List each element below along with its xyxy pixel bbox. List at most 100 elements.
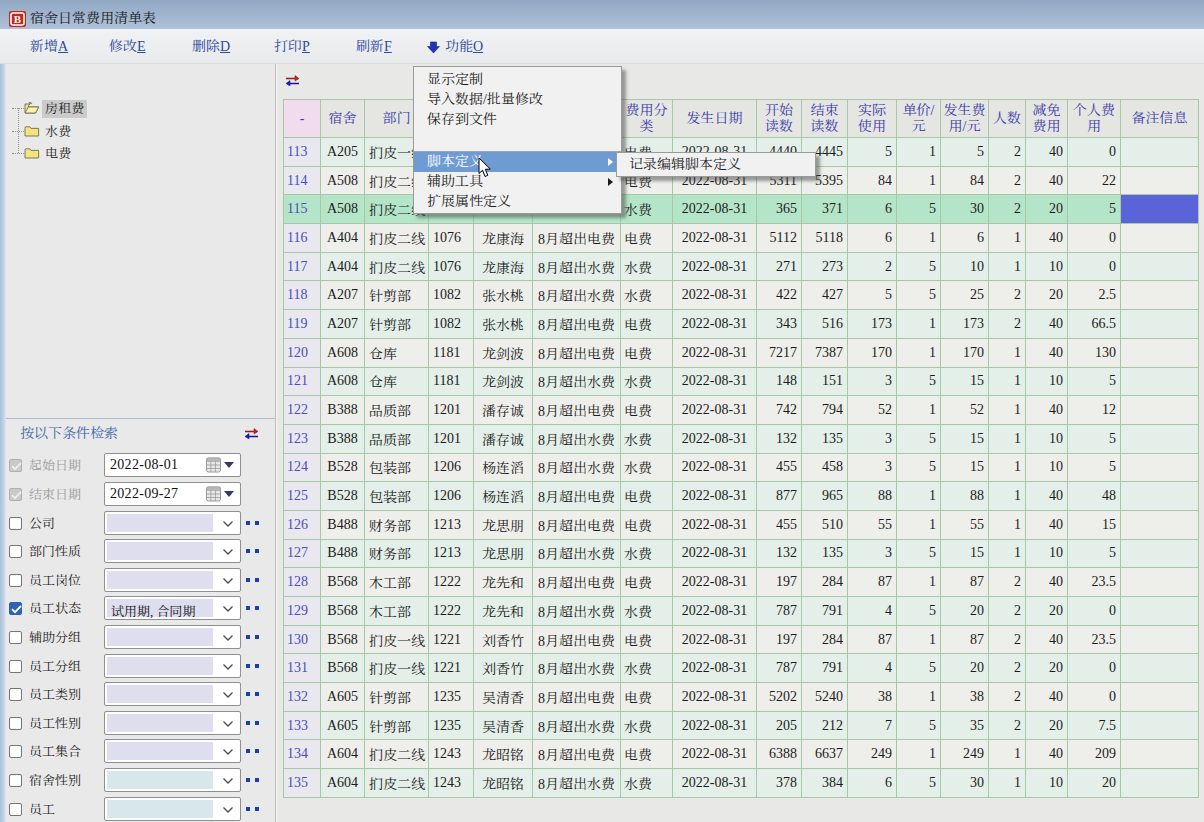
cell[interactable]: 2 [989,281,1026,310]
combo-select-员工类别[interactable] [104,682,241,706]
checkbox-员工集合[interactable] [9,745,22,758]
checkbox-公司[interactable] [9,517,22,530]
filter-swap-icon[interactable] [245,428,258,439]
menu-item-显示定制[interactable]: 显示定制 [414,70,621,90]
cell[interactable]: 1 [897,568,941,597]
cell[interactable]: 2 [989,167,1026,196]
combo-select-部门性质[interactable] [104,539,241,563]
cell[interactable]: 48 [1068,482,1121,511]
cell[interactable]: 1221 [429,654,474,683]
table-row-128[interactable]: 128B568木工部1222龙先和8月超出电费电费2022-08-3119728… [284,568,1199,597]
cell[interactable]: 130 [284,626,321,655]
column-header-16[interactable]: 备注信息 [1121,100,1199,138]
cell[interactable]: 116 [284,224,321,253]
cell[interactable]: 427 [802,281,848,310]
cell[interactable]: 5 [848,281,897,310]
cell[interactable] [1121,769,1199,798]
more-options-button[interactable] [246,749,262,754]
table-row-119[interactable]: 119A207针剪部1082张水桃8月超出电费电费2022-08-3134351… [284,310,1199,339]
more-options-button[interactable] [246,521,262,526]
cell[interactable]: 212 [802,712,848,741]
cell[interactable]: 2022-08-31 [673,195,757,224]
cell[interactable]: 刘香竹 [474,626,533,655]
chevron-down-icon[interactable] [223,778,233,784]
cell[interactable]: 1181 [429,339,474,368]
cell[interactable]: 1201 [429,425,474,454]
cell[interactable]: 249 [848,740,897,769]
cell[interactable]: 2022-08-31 [673,281,757,310]
cell[interactable]: 2 [989,597,1026,626]
cell[interactable]: 5 [1068,425,1121,454]
cell[interactable]: 2022-08-31 [673,368,757,397]
cell[interactable]: 4 [848,597,897,626]
more-options-button[interactable] [246,635,262,640]
more-options-button[interactable] [246,721,262,726]
cell[interactable]: 2022-08-31 [673,425,757,454]
chevron-down-icon[interactable] [223,549,233,555]
cell[interactable] [1121,540,1199,569]
cell[interactable]: 5 [1068,195,1121,224]
cell[interactable]: 7387 [802,339,848,368]
chevron-down-icon[interactable] [223,664,233,670]
cell[interactable]: 15 [941,454,989,483]
cell[interactable]: 1243 [429,740,474,769]
table-row-123[interactable]: 123B388品质部1201潘存诚8月超出水费水费2022-08-3113213… [284,425,1199,454]
cell[interactable]: 132 [757,425,802,454]
date-input-起始日期[interactable]: 2022-08-01 [104,453,241,477]
cell[interactable]: 121 [284,368,321,397]
cell[interactable]: 40 [1026,396,1068,425]
cell[interactable]: 170 [941,339,989,368]
cell[interactable]: 仓库 [365,339,429,368]
cell[interactable]: 2 [989,310,1026,339]
cell[interactable]: 水费 [621,253,673,282]
cell[interactable]: 1 [897,511,941,540]
cell[interactable]: 8月超出水费 [533,281,621,310]
cell[interactable]: 197 [757,626,802,655]
cell[interactable]: A605 [321,712,365,741]
cell[interactable]: 791 [802,597,848,626]
combo-select-宿舍性别[interactable] [104,768,241,792]
cell[interactable]: 132 [757,540,802,569]
menu-item-扩展属性定义[interactable]: 扩展属性定义 [414,192,621,212]
cell[interactable]: 52 [848,396,897,425]
cell[interactable]: 杨连滔 [474,454,533,483]
cell[interactable]: 23.5 [1068,568,1121,597]
cell[interactable]: 2022-08-31 [673,482,757,511]
cell[interactable]: 794 [802,396,848,425]
cell[interactable]: 潘存诚 [474,425,533,454]
table-row-135[interactable]: 135A604扪皮二线1243龙昭铭8月超出水费水费2022-08-313783… [284,769,1199,798]
cell[interactable]: 针剪部 [365,310,429,339]
cell[interactable]: 1181 [429,368,474,397]
cell[interactable]: B568 [321,597,365,626]
cell[interactable] [1121,396,1199,425]
cell[interactable]: 吴清香 [474,683,533,712]
cell[interactable]: 371 [802,195,848,224]
cell[interactable]: 电费 [621,511,673,540]
cell[interactable] [1121,454,1199,483]
cell[interactable]: 40 [1026,511,1068,540]
cell[interactable]: 135 [802,540,848,569]
cell[interactable]: 4 [848,654,897,683]
table-row-130[interactable]: 130B568扪皮一线1221刘香竹8月超出电费电费2022-08-311972… [284,626,1199,655]
cell[interactable]: 1 [989,253,1026,282]
cell[interactable]: 木工部 [365,597,429,626]
cell[interactable]: 扪皮二线 [365,769,429,798]
cell[interactable]: 458 [802,454,848,483]
cell[interactable]: 787 [757,597,802,626]
cell[interactable]: 2022-08-31 [673,339,757,368]
cell[interactable]: 10 [1026,425,1068,454]
cell[interactable]: 133 [284,712,321,741]
checkbox-员工类别[interactable] [9,688,22,701]
chevron-down-icon[interactable] [223,807,233,813]
cell[interactable] [1121,167,1199,196]
cell[interactable]: 510 [802,511,848,540]
cell[interactable]: 1 [897,683,941,712]
cell[interactable]: 1213 [429,511,474,540]
chevron-down-icon[interactable] [223,521,233,527]
cell[interactable]: 2022-08-31 [673,740,757,769]
cell[interactable]: 8月超出电费 [533,224,621,253]
cell[interactable]: 包装部 [365,454,429,483]
cell[interactable]: 1222 [429,597,474,626]
cell[interactable]: 5 [897,425,941,454]
cell[interactable]: 品质部 [365,425,429,454]
